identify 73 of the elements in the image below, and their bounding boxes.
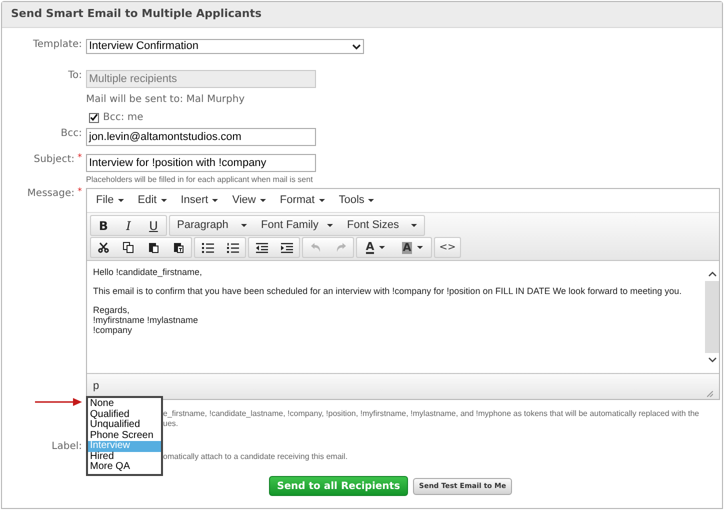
field-label: Bcc: [60,128,82,140]
checkbox[interactable] [89,112,99,122]
bold-button[interactable]: B [91,216,116,235]
caret-icon [260,199,266,202]
list-option[interactable]: Phone Screen [88,430,161,441]
clipboard-icon [148,242,159,253]
caret-icon [368,199,374,202]
template-select[interactable]: Interview Confirmation [86,39,364,54]
scissors-icon [98,242,109,253]
field-label: Template: [33,39,82,51]
copy-icon [123,242,134,253]
clipboard-text-icon [173,242,184,253]
indent-icon [280,242,292,252]
undo-icon [310,243,320,252]
menu-item[interactable]: Edit [132,192,173,209]
list-option[interactable]: Hired [88,452,161,462]
checkbox-label: Bcc: me [103,111,144,125]
field-hint: Placeholders will be filled in for each applicant when mail is sent [86,175,314,185]
label-options-list[interactable]: None Qualified Unqualified Phone Screen Interview Hired More QA [86,396,163,476]
menu-item[interactable]: Tools [332,192,380,209]
field-label: Label: [52,441,82,453]
underline-button[interactable]: U [141,216,166,235]
text-color-button[interactable]: A [357,238,394,257]
field-label: Subject: [34,154,74,166]
body-text: Hello !candidate_firstname, [93,267,204,277]
caret-icon [417,246,424,249]
list-option[interactable]: Unqualified [88,420,161,430]
recipients-note: Mail will be sent to: Mal Murphy [86,94,246,106]
italic-button[interactable]: I [116,216,141,235]
body-text: !company [93,325,134,335]
menu-item[interactable]: Insert [174,192,224,209]
caret-icon [327,224,333,227]
body-text: This email is to confirm that you have been scheduled for an interview with !company for !position on FILL IN DATE We look forward to meeting you. [93,286,683,296]
bcc-field[interactable]: jon.levin@altamontstudios.com [86,128,316,146]
bullet-list-icon [202,242,214,252]
required-mark: * [78,154,82,165]
panel-title: Send Smart Email to Multiple Applicants [11,6,262,22]
chevron-down-icon [352,44,361,50]
element-path: p [93,379,100,394]
outdent-icon [256,242,268,252]
list-option[interactable]: None [88,399,161,410]
field-label: Message: [27,188,74,200]
required-mark: * [78,188,82,199]
format-dropdown[interactable]: Font Sizes [340,216,424,235]
field-label: To: [68,70,82,82]
resize-handle-icon[interactable] [707,391,713,397]
help-text: e_firstname, !candidate_lastname, !company, !position, !myfirstname, !mylastname, and !myphone as tokens that will be automatically replaced with the [163,409,700,419]
caret-icon [379,246,386,249]
body-text: !myfirstname !mylastname [93,315,200,325]
format-dropdown[interactable]: Font Family [254,216,340,235]
source-code-button[interactable]: <> [435,238,460,257]
field-hint: omatically attach to a candidate receiving this email. [163,452,348,462]
caret-icon [118,199,124,202]
format-dropdown[interactable]: Paragraph [170,216,254,235]
list-option[interactable]: Qualified [88,410,161,420]
menu-item[interactable]: Format [274,192,331,209]
menu-item[interactable]: File [90,192,130,209]
redo-icon [336,243,346,252]
caret-icon [241,224,247,227]
body-text: Regards, [93,305,131,315]
caret-icon [212,199,218,202]
help-text: ues. [163,419,180,429]
numbered-list-icon [226,242,238,252]
menu-item[interactable]: View [226,192,272,209]
caret-icon [318,199,325,202]
list-option[interactable]: More QA [88,462,161,472]
chevron-up-icon[interactable] [708,271,716,277]
background-color-button[interactable]: A [394,238,431,257]
chevron-down-icon[interactable] [708,357,716,363]
subject-field[interactable]: Interview for !position with !company [86,154,316,172]
arrow-annotation [35,398,82,406]
caret-icon [160,199,167,202]
caret-icon [411,224,417,227]
